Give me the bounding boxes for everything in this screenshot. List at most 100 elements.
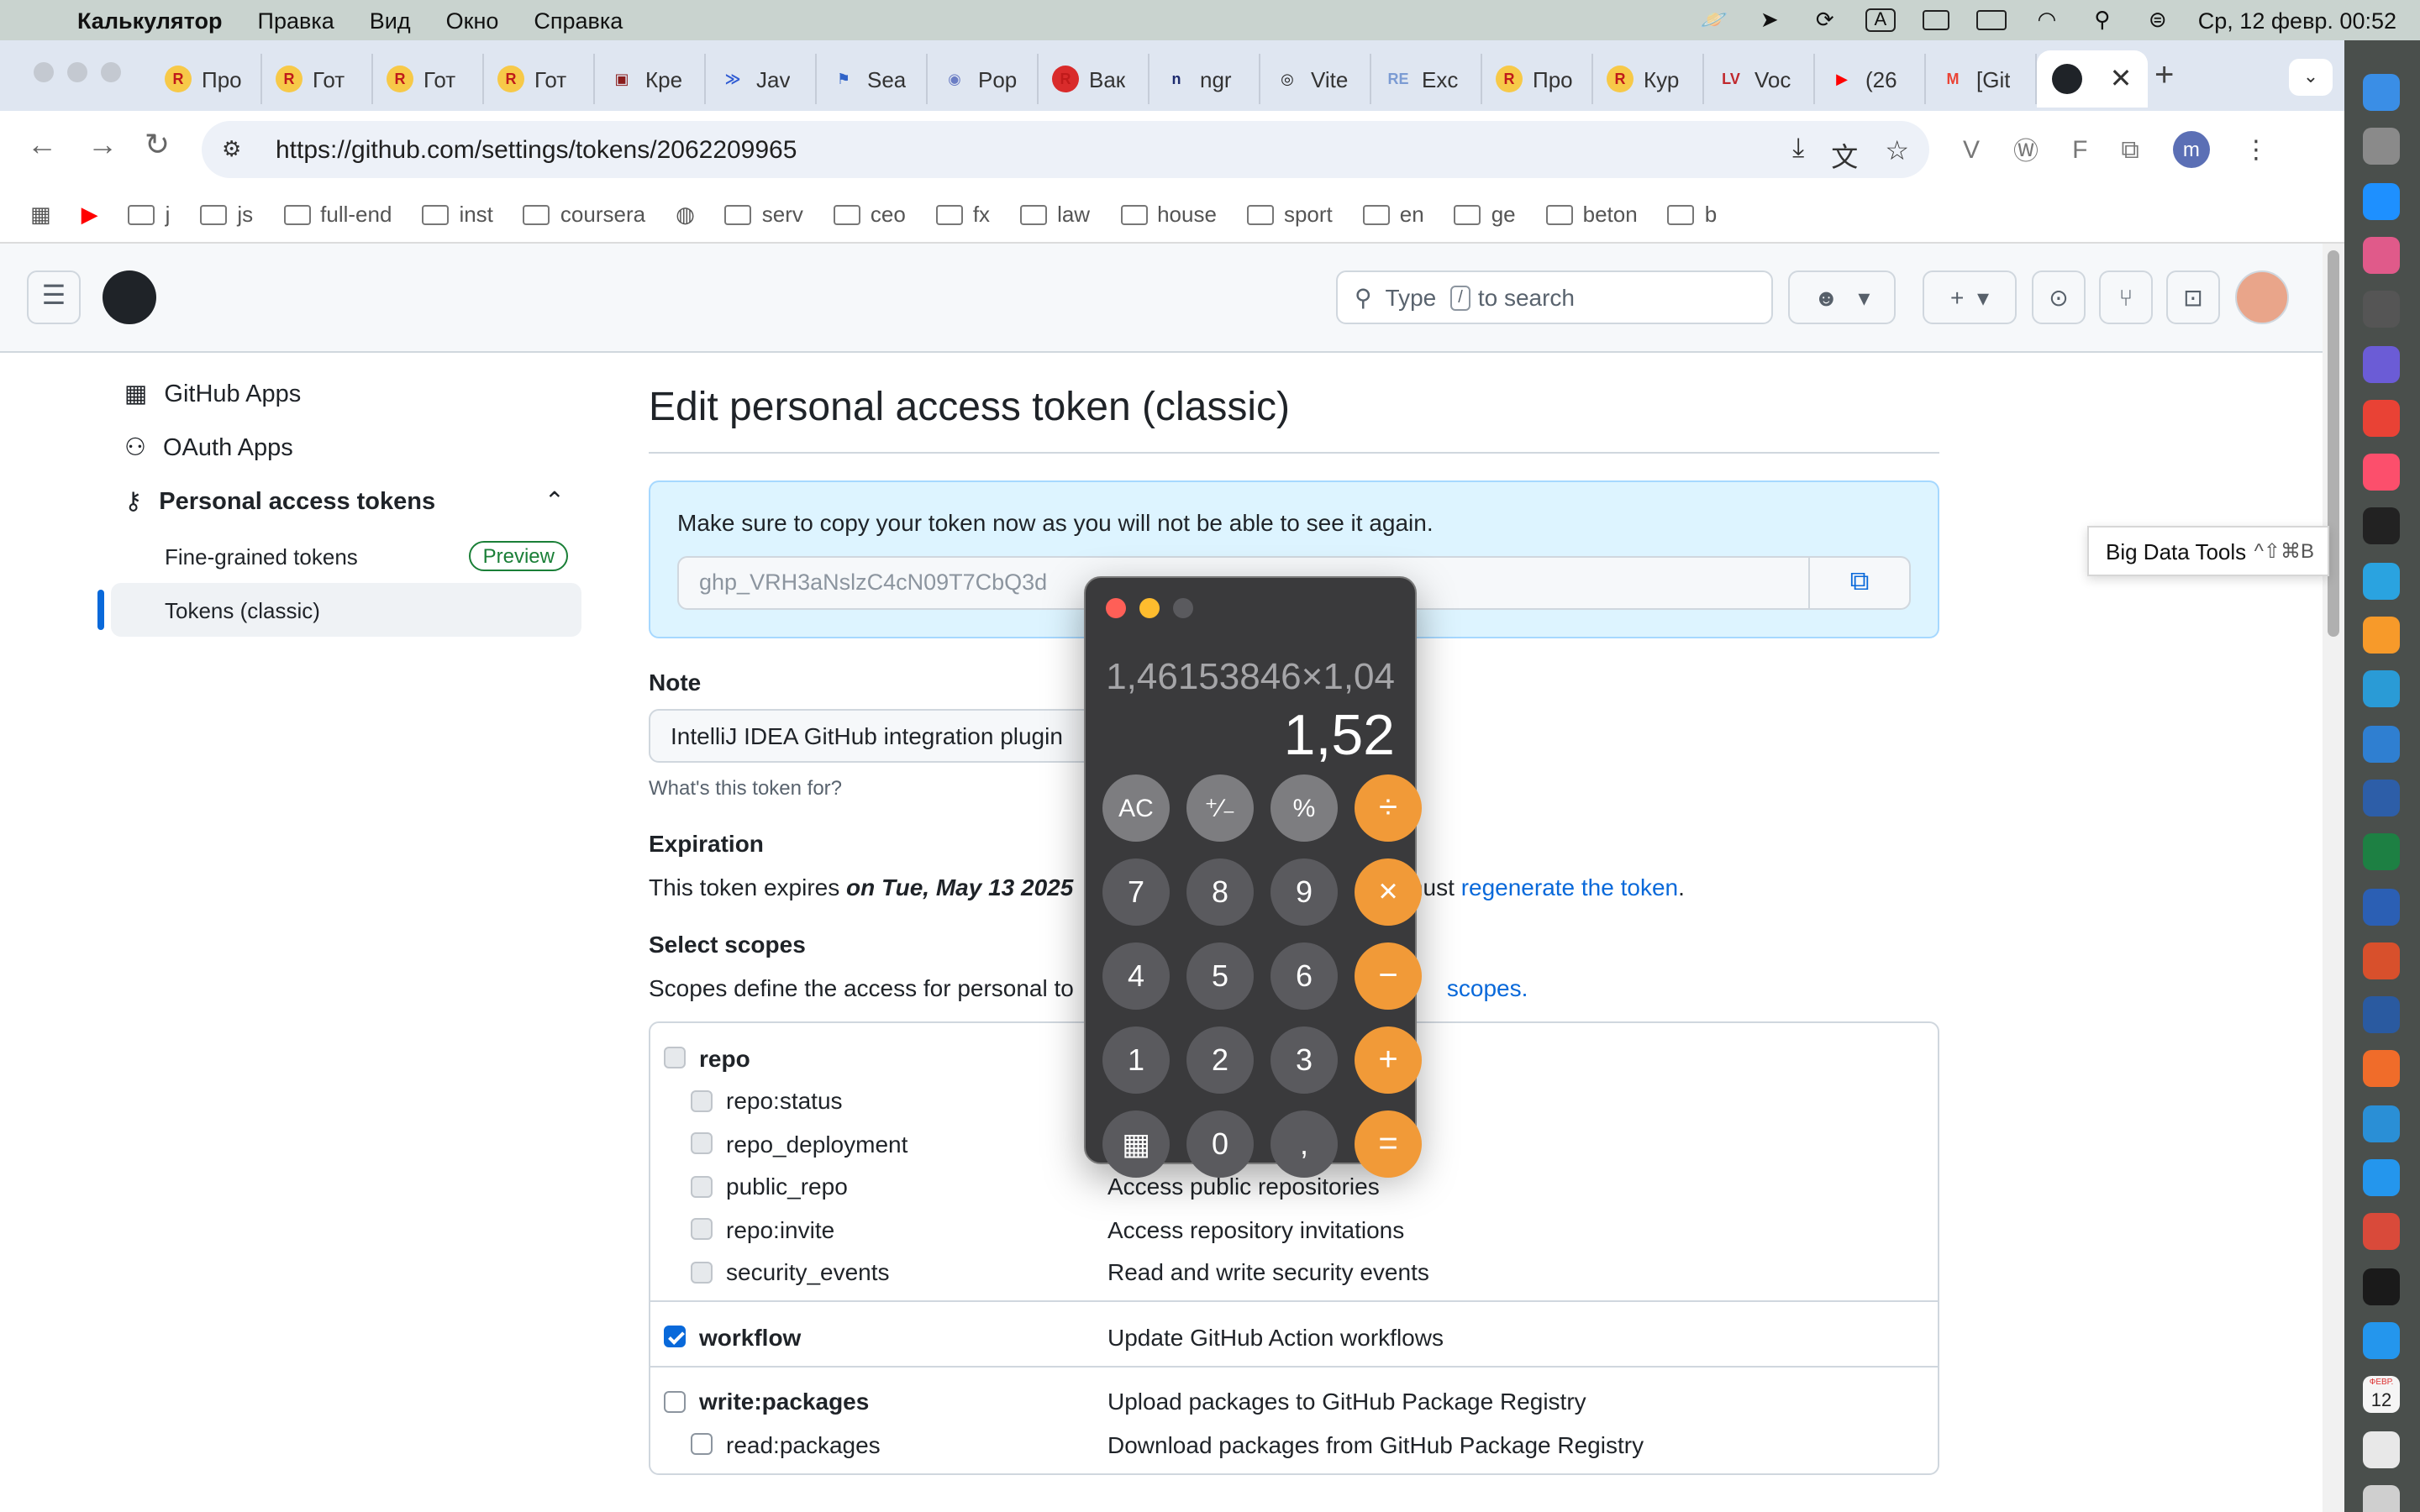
calc-key[interactable]: 5 (1186, 942, 1254, 1010)
bookmark-folder[interactable]: ceo (833, 202, 906, 227)
control-center-icon[interactable]: ⊜ (2143, 7, 2173, 32)
scope-checkbox[interactable] (691, 1433, 713, 1456)
browser-tab[interactable]: R Вак (1039, 54, 1150, 104)
excel-icon[interactable] (2363, 833, 2400, 871)
bookmark-folder[interactable]: full-end (283, 202, 392, 227)
bookmark-folder[interactable]: coursera (523, 202, 645, 227)
terminal-icon[interactable] (2363, 1268, 2400, 1305)
calendar-icon[interactable]: ФЕВР. 12 (2363, 1376, 2400, 1414)
browser-tab[interactable]: ≫ Jav (706, 54, 817, 104)
scope-checkbox[interactable] (664, 1390, 686, 1413)
menu-view[interactable]: Вид (370, 8, 411, 33)
app-store-icon[interactable] (2363, 182, 2400, 220)
bookmark-folder[interactable]: law (1020, 202, 1090, 227)
bookmark-folder[interactable]: js (200, 202, 253, 227)
calc-key[interactable]: 7 (1102, 858, 1170, 926)
bookmark-folder[interactable]: fx (935, 202, 990, 227)
pen-icon[interactable] (2363, 1050, 2400, 1088)
battery-charging-icon[interactable] (1921, 8, 1951, 32)
location-icon[interactable]: ➤ (1754, 7, 1785, 32)
vue-extension-icon[interactable]: V (1963, 135, 1980, 164)
calc-key[interactable]: 1 (1102, 1026, 1170, 1094)
sync-app-icon[interactable] (2363, 942, 2400, 979)
menu-app-name[interactable]: Калькулятор (77, 8, 223, 33)
word-icon[interactable] (2363, 888, 2400, 925)
minimize-window-button[interactable] (1139, 598, 1160, 618)
menu-help[interactable]: Справка (534, 8, 623, 33)
close-window-button[interactable] (1106, 598, 1126, 618)
calc-key[interactable]: , (1270, 1110, 1338, 1178)
menu-edit[interactable]: Правка (258, 8, 334, 33)
zoom-window-button[interactable] (101, 62, 121, 82)
sync-icon[interactable]: ⟳ (1810, 7, 1840, 32)
create-new-button[interactable]: + ▾ (1923, 270, 2017, 324)
address-bar[interactable]: ⚙ https://github.com/settings/tokens/206… (202, 121, 1929, 178)
f-extension-icon[interactable]: F (2072, 135, 2087, 164)
youtube-bookmark-icon[interactable]: ▶ (82, 201, 98, 228)
finder-icon[interactable] (2363, 74, 2400, 111)
bookmark-folder[interactable]: house (1120, 202, 1217, 227)
sidebar-item-oauth-apps[interactable]: ⚇ OAuth Apps (111, 422, 581, 475)
bookmark-folder[interactable]: serv (724, 202, 803, 227)
copilot-button[interactable]: ☻ ▾ (1788, 270, 1896, 324)
sidebar-item-github-apps[interactable]: ▦ GitHub Apps (111, 368, 581, 422)
calc-key[interactable]: 2 (1186, 1026, 1254, 1094)
browser-menu-icon[interactable]: ⋮ (2244, 134, 2269, 165)
apps-grid-icon[interactable]: ▦ (30, 201, 51, 228)
hamburger-menu-icon[interactable]: ☰ (27, 270, 81, 324)
calc-key[interactable]: + (1355, 1026, 1422, 1094)
translate-icon[interactable]: 文 (1831, 134, 1858, 175)
browser-tab[interactable]: M [Git (1926, 54, 2037, 104)
calc-key[interactable]: ÷ (1355, 774, 1422, 842)
bookmark-folder[interactable]: ge (1454, 202, 1516, 227)
calc-key[interactable]: 0 (1186, 1110, 1254, 1178)
intellij-icon[interactable] (2363, 454, 2400, 491)
back-icon[interactable]: ← (27, 128, 57, 163)
launchpad-icon[interactable] (2363, 236, 2400, 274)
issues-icon[interactable]: ⊙ (2032, 270, 2086, 324)
browser-tab[interactable]: ⚑ Sea (817, 54, 928, 104)
browser-tab[interactable]: R Про (151, 54, 262, 104)
sublime-icon[interactable] (2363, 617, 2400, 654)
github-logo-icon[interactable] (103, 270, 156, 324)
browser-tab[interactable]: ◎ Vite (1260, 54, 1371, 104)
install-app-icon[interactable]: ⤓ (1792, 134, 1804, 175)
browser-tab[interactable]: n ngr (1150, 54, 1260, 104)
inbox-icon[interactable]: ⊡ (2166, 270, 2220, 324)
minimize-window-button[interactable] (67, 62, 87, 82)
regenerate-token-link[interactable]: regenerate the token (1461, 874, 1678, 900)
remote-desktop-icon[interactable] (2363, 725, 2400, 763)
bookmark-folder[interactable]: beton (1545, 202, 1638, 227)
browser-tab[interactable]: R Гот (373, 54, 484, 104)
terminal-dark-icon[interactable] (2363, 507, 2400, 545)
calculator-icon[interactable] (2363, 291, 2400, 328)
vscode-icon[interactable] (2363, 1105, 2400, 1142)
browser-tab[interactable]: LV Voc (1704, 54, 1815, 104)
telegram-icon[interactable] (2363, 562, 2400, 600)
chevron-up-icon[interactable]: ⌃ (544, 489, 565, 516)
rocket-icon[interactable] (2363, 1213, 2400, 1251)
browser-tab-active[interactable]: ✕ (2037, 50, 2148, 108)
calc-key[interactable]: 6 (1270, 942, 1338, 1010)
scope-checkbox[interactable] (664, 1326, 686, 1348)
profile-avatar[interactable]: m (2172, 131, 2210, 168)
docker-2-icon[interactable] (2363, 1321, 2400, 1359)
bookmark-folder[interactable]: j (128, 202, 170, 227)
tab-search-button[interactable]: ⌄ (2289, 59, 2333, 96)
calc-key[interactable]: ⁺∕₋ (1186, 774, 1254, 842)
calc-key[interactable]: 4 (1102, 942, 1170, 1010)
document-icon[interactable] (2363, 1431, 2400, 1467)
menu-window[interactable]: Окно (446, 8, 499, 33)
puzzle-extensions-icon[interactable]: ⧉ (2121, 135, 2139, 164)
calc-key[interactable]: AC (1102, 774, 1170, 842)
scrollbar-thumb[interactable] (2328, 250, 2339, 637)
globe-bookmark-icon[interactable]: ◍ (676, 201, 695, 228)
close-tab-icon[interactable]: ✕ (2110, 62, 2133, 96)
pull-requests-icon[interactable]: ⑂ (2099, 270, 2153, 324)
close-window-button[interactable] (34, 62, 54, 82)
search-input[interactable]: ⚲ Type / to search (1336, 270, 1773, 324)
user-avatar[interactable] (2235, 270, 2289, 324)
browser-tab[interactable]: ◉ Pop (928, 54, 1039, 104)
wordpress-extension-icon[interactable]: Ⓦ (2013, 132, 2039, 167)
browser-tab[interactable]: R Про (1482, 54, 1593, 104)
